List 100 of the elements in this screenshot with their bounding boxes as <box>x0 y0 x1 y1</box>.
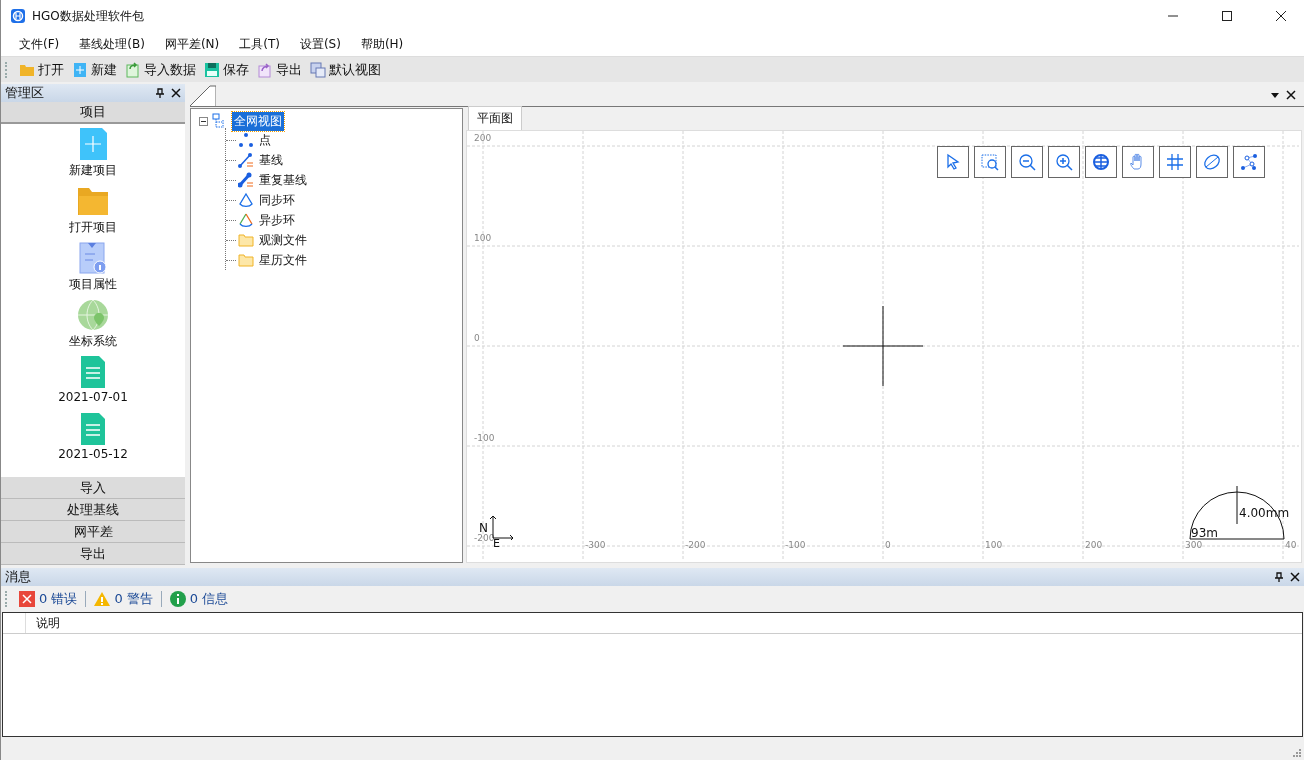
filter-button[interactable]: 0 信息 <box>165 590 233 608</box>
tree-node[interactable]: 星历文件 <box>257 250 309 270</box>
new-file-icon <box>72 61 88 78</box>
import-icon <box>125 61 141 78</box>
axis-label: -300 <box>585 540 606 550</box>
toolbar-button[interactable]: 默认视图 <box>306 58 385 81</box>
globe-icon <box>1091 152 1111 172</box>
loop-icon <box>238 212 254 228</box>
tool-button[interactable] <box>1159 146 1191 178</box>
info-icon <box>169 591 186 607</box>
network-icon <box>1239 152 1259 172</box>
zoom-in-icon <box>1054 152 1074 172</box>
axis-label: 300 <box>1185 540 1203 550</box>
scale-label: 93m <box>1191 526 1218 540</box>
window-title: HGO数据处理软件包 <box>32 7 144 25</box>
menu-item[interactable]: 基线处理(B) <box>71 35 153 53</box>
item-label[interactable]: 2021-05-12 <box>58 447 128 461</box>
tree-node[interactable]: 同步环 <box>257 190 297 210</box>
north-label: N <box>479 521 488 535</box>
east-label: E <box>493 537 500 550</box>
windows-icon <box>310 61 326 78</box>
baseline-icon <box>238 152 254 168</box>
section-header[interactable]: 导出 <box>1 543 185 565</box>
zoom-out-icon <box>1017 152 1037 172</box>
export-icon <box>257 61 273 78</box>
tree-node[interactable]: 观测文件 <box>257 230 309 250</box>
menu-item[interactable]: 网平差(N) <box>156 35 228 53</box>
panel-title: 消息 <box>5 568 31 586</box>
error-icon <box>19 591 35 607</box>
toolbar-button[interactable]: 导出 <box>253 58 306 81</box>
axis-label: 200 <box>474 133 492 143</box>
axis-label: -100 <box>474 433 495 443</box>
close-icon[interactable] <box>171 88 181 98</box>
filter-button[interactable]: 0 错误 <box>15 590 82 608</box>
axis-label: -200 <box>474 533 495 543</box>
toolbar-button[interactable]: 新建 <box>68 58 121 81</box>
axis-label: 100 <box>985 540 1003 550</box>
document-info-icon[interactable] <box>77 242 109 274</box>
tool-button[interactable] <box>1085 146 1117 178</box>
tool-button[interactable] <box>1048 146 1080 178</box>
maximize-icon[interactable] <box>1222 11 1232 21</box>
close-icon[interactable] <box>1290 572 1300 582</box>
pin-icon[interactable] <box>155 88 165 98</box>
tree-node[interactable]: 全网视图 <box>232 111 284 131</box>
menu-item[interactable]: 工具(T) <box>231 35 288 53</box>
menu-item[interactable]: 帮助(H) <box>352 35 412 53</box>
toolbar-button[interactable]: 导入数据 <box>121 58 200 81</box>
toolbar-button[interactable]: 保存 <box>200 58 253 81</box>
item-label[interactable]: 坐标系统 <box>69 333 117 350</box>
menu-item[interactable]: 设置(S) <box>291 35 349 53</box>
axis-label: -100 <box>785 540 806 550</box>
section-header[interactable]: 项目 <box>1 102 185 124</box>
axis-label: 100 <box>474 233 492 243</box>
app-logo-icon <box>10 8 26 24</box>
warning-icon <box>94 591 111 607</box>
axis-label: 200 <box>1085 540 1103 550</box>
item-label[interactable]: 项目属性 <box>69 276 117 293</box>
network-icon <box>211 113 227 129</box>
axis-label: -200 <box>685 540 706 550</box>
resize-grip-icon[interactable] <box>1291 747 1301 757</box>
section-header[interactable]: 导入 <box>1 477 185 499</box>
ellipse-icon <box>1202 152 1222 172</box>
points-icon <box>238 132 254 148</box>
collapse-icon[interactable] <box>199 116 208 126</box>
tool-button[interactable] <box>1122 146 1154 178</box>
tool-button[interactable] <box>1233 146 1265 178</box>
item-label[interactable]: 打开项目 <box>69 219 117 236</box>
folder-icon <box>238 232 254 248</box>
axis-label: 0 <box>474 333 480 343</box>
save-icon <box>204 61 220 78</box>
pin-icon[interactable] <box>1274 572 1284 582</box>
crosshair-icon <box>843 306 923 386</box>
folder-icon <box>238 252 254 268</box>
tool-button[interactable] <box>1011 146 1043 178</box>
close-icon[interactable] <box>1286 90 1296 100</box>
dropdown-icon[interactable] <box>1270 90 1280 100</box>
tool-button[interactable] <box>974 146 1006 178</box>
tree-node[interactable]: 点 <box>257 130 273 150</box>
tree-node[interactable]: 异步环 <box>257 210 297 230</box>
item-label[interactable]: 新建项目 <box>69 162 117 179</box>
menu-item[interactable]: 文件(F) <box>11 35 68 53</box>
tree-node[interactable]: 重复基线 <box>257 170 309 190</box>
column-header[interactable]: 说明 <box>26 613 70 633</box>
axis-label: 40 <box>1285 540 1297 550</box>
plot-tab[interactable]: 平面图 <box>468 106 522 130</box>
toolbar-button[interactable]: 打开 <box>15 58 68 81</box>
baseline-icon <box>238 172 254 188</box>
tool-button[interactable] <box>1196 146 1228 178</box>
document-tab[interactable] <box>190 84 216 106</box>
scale-label: 4.00mm <box>1239 506 1290 520</box>
close-icon[interactable] <box>1276 11 1286 21</box>
item-label[interactable]: 2021-07-01 <box>58 390 128 404</box>
tool-button[interactable] <box>937 146 969 178</box>
section-header[interactable]: 处理基线 <box>1 499 185 521</box>
axis-label: 0 <box>885 540 891 550</box>
panel-title: 管理区 <box>5 84 44 102</box>
section-header[interactable]: 网平差 <box>1 521 185 543</box>
loop-icon <box>238 192 254 208</box>
tree-node[interactable]: 基线 <box>257 150 285 170</box>
filter-button[interactable]: 0 警告 <box>90 590 157 608</box>
